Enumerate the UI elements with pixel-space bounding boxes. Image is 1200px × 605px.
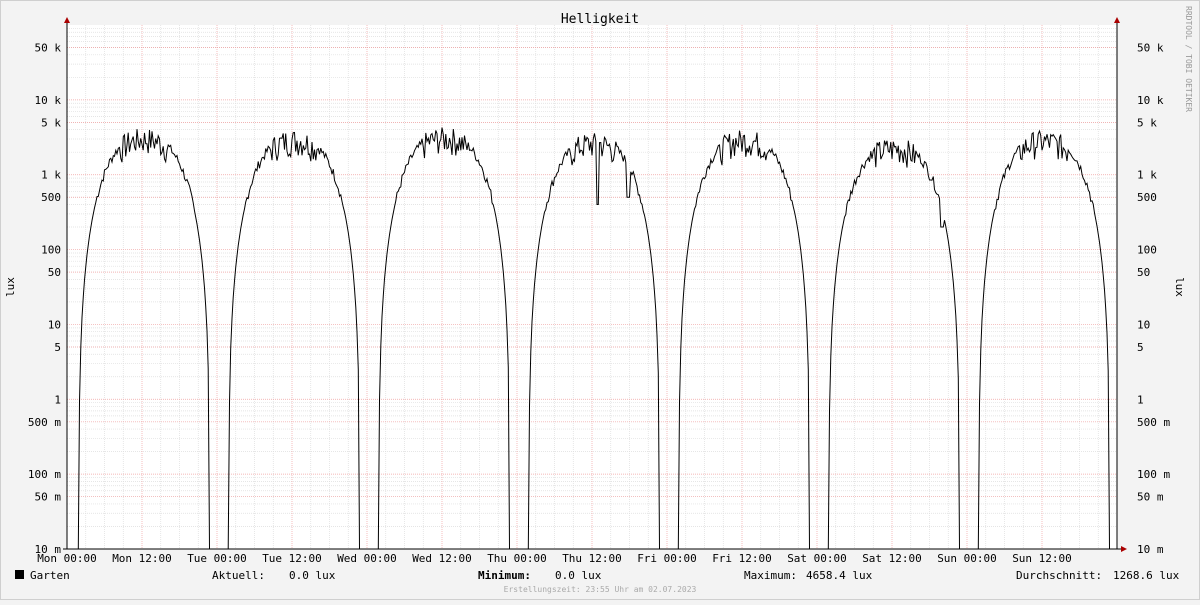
y-tick-label-left: 1 [54,393,61,406]
y-tick-label-left: 50 k [35,42,62,55]
legend-maximum-label: Maximum: [744,569,797,582]
x-tick-label: Fri 12:00 [712,552,772,565]
legend-average-value: 1268.6 lux [1113,569,1180,582]
x-tick-label: Sun 00:00 [937,552,997,565]
x-tick-label: Thu 12:00 [562,552,622,565]
legend-average-label: Durchschnitt: [1016,569,1102,582]
y-tick-label-left: 10 [48,318,61,331]
y-tick-label-right: 5 [1137,341,1144,354]
y-tick-label-right: 1 k [1137,169,1157,182]
x-tick-label: Mon 12:00 [112,552,172,565]
y-tick-label-left: 10 k [35,94,62,107]
legend-aktuell-label: Aktuell: [212,569,265,582]
y-tick-label-right: 10 [1137,318,1150,331]
y-tick-label-left: 50 m [35,491,62,504]
y-tick-label-right: 500 [1137,191,1157,204]
y-tick-label-left: 100 m [28,468,61,481]
rrdtool-watermark: RRDTOOL / TOBI OETIKER [1184,6,1193,112]
lux-chart: 10 m 10 m50 m 50 m100 m 100 m500 m 500 m1 15 5… [0,0,1200,600]
y-tick-label-right: 100 [1137,244,1157,257]
x-tick-label: Fri 00:00 [637,552,697,565]
x-tick-label: Sat 12:00 [862,552,922,565]
x-tick-label: Thu 00:00 [487,552,547,565]
y-axis-label-left: lux [4,277,17,297]
legend-swatch-garten [15,570,24,579]
x-tick-label: Sun 12:00 [1012,552,1072,565]
legend-minimum-label: Minimum: [478,569,531,582]
legend-minimum-value: 0.0 lux [555,569,602,582]
y-tick-label-right: 1 [1137,393,1144,406]
x-tick-label: Wed 00:00 [337,552,397,565]
y-tick-label-left: 500 [41,191,61,204]
x-tick-label: Mon 00:00 [37,552,97,565]
y-axis-label-right: lux [1173,277,1186,297]
y-tick-label-right: 100 m [1137,468,1170,481]
x-tick-label: Tue 12:00 [262,552,322,565]
chart-title: Helligkeit [561,12,639,27]
y-tick-label-right: 500 m [1137,416,1170,429]
y-tick-label-right: 50 [1137,266,1150,279]
footer-timestamp: Erstellungszeit: 23:55 Uhr am 02.07.2023 [504,585,697,594]
y-tick-label-right: 50 m [1137,491,1164,504]
legend-aktuell-value: 0.0 lux [289,569,336,582]
y-tick-label-right: 10 m [1137,543,1164,556]
x-tick-label: Sat 00:00 [787,552,847,565]
y-tick-label-right: 5 k [1137,116,1157,129]
y-tick-label-right: 10 k [1137,94,1164,107]
y-tick-label-right: 50 k [1137,42,1164,55]
y-tick-label-left: 1 k [41,169,61,182]
rrd-graph-frame: 10 m 10 m 50 m 50 m 100 m 100 m 500 m 500 m1155… [0,0,1200,600]
y-tick-label-left: 5 k [41,116,61,129]
x-tick-label: Wed 12:00 [412,552,472,565]
y-tick-label-left: 100 [41,244,61,257]
y-tick-label-left: 50 [48,266,61,279]
x-tick-label: Tue 00:00 [187,552,247,565]
y-tick-label-left: 5 [54,341,61,354]
legend-series-name: Garten [30,569,70,582]
legend-maximum-value: 4658.4 lux [806,569,873,582]
y-tick-label-left: 500 m [28,416,61,429]
